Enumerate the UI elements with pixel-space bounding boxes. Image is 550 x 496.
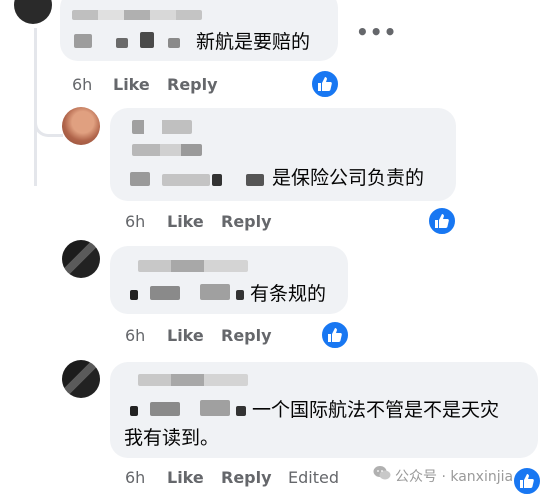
- reply-link[interactable]: Reply: [221, 326, 272, 345]
- thread-line: [34, 28, 37, 186]
- like-link[interactable]: Like: [113, 75, 150, 94]
- blurred-text: [236, 406, 246, 416]
- reply-link[interactable]: Reply: [221, 468, 272, 487]
- wechat-icon: [373, 465, 391, 481]
- reply-link[interactable]: Reply: [167, 75, 218, 94]
- avatar[interactable]: [14, 0, 52, 24]
- comment-text: 新航是要赔的: [196, 31, 311, 53]
- blurred-text: [130, 406, 138, 416]
- edited-label: Edited: [288, 468, 339, 487]
- thumbs-up-icon: [512, 466, 542, 496]
- blurred-text: [246, 174, 264, 186]
- watermark-text: 公众号 · kanxinjia: [395, 469, 514, 485]
- comment-text-line: 我有读到。: [124, 427, 220, 449]
- thumbs-up-icon: [427, 206, 457, 236]
- blurred-text: [140, 32, 154, 48]
- comment-bubble: 有条规的: [110, 246, 348, 314]
- avatar[interactable]: [62, 107, 100, 145]
- blurred-text: [74, 34, 92, 48]
- comment-bubble: 是保险公司负责的: [110, 108, 456, 201]
- thread-branch: [34, 120, 63, 137]
- comment-text: 是保险公司负责的: [272, 167, 425, 189]
- comment-text-line: 一个国际航法不管是不是天灾: [252, 399, 500, 421]
- blurred-text: [130, 290, 138, 300]
- blurred-username: [138, 260, 248, 272]
- reply-link[interactable]: Reply: [221, 212, 272, 231]
- blurred-text: [130, 172, 150, 186]
- blurred-username: [132, 144, 202, 156]
- blurred-username: [132, 120, 192, 134]
- comment-time[interactable]: 6h: [125, 326, 145, 345]
- blurred-text: [150, 402, 180, 416]
- comment-time[interactable]: 6h: [125, 212, 145, 231]
- blurred-text: [150, 286, 180, 300]
- blurred-text: [162, 174, 210, 186]
- blurred-text: [200, 284, 230, 300]
- like-link[interactable]: Like: [167, 326, 204, 345]
- blurred-username: [138, 374, 248, 386]
- like-link[interactable]: Like: [167, 468, 204, 487]
- blurred-username: [72, 10, 202, 20]
- comment-time[interactable]: 6h: [125, 468, 145, 487]
- comment-bubble: 一个国际航法不管是不是天灾 我有读到。: [110, 362, 538, 458]
- blurred-text: [168, 38, 180, 48]
- thumbs-up-icon: [310, 69, 340, 99]
- blurred-text: [236, 290, 244, 300]
- avatar[interactable]: [62, 240, 100, 278]
- comment-time[interactable]: 6h: [72, 75, 92, 94]
- comment-bubble: 新航是要赔的: [60, 0, 338, 61]
- blurred-text: [116, 38, 128, 48]
- more-options-icon[interactable]: •••: [356, 20, 397, 44]
- blurred-text: [200, 400, 230, 416]
- comment-text: 有条规的: [250, 283, 327, 305]
- blurred-text: [212, 174, 222, 186]
- like-link[interactable]: Like: [167, 212, 204, 231]
- avatar[interactable]: [62, 360, 100, 398]
- thumbs-up-icon: [320, 320, 350, 350]
